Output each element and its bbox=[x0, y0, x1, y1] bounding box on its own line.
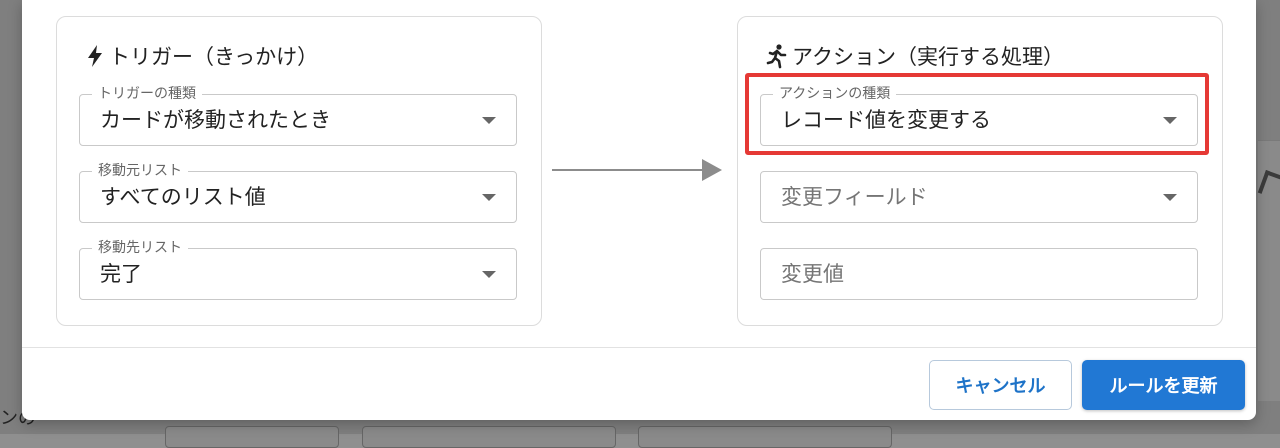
chevron-down-icon bbox=[1163, 117, 1177, 124]
trigger-card-title: トリガー（きっかけ） bbox=[85, 41, 318, 71]
running-person-icon bbox=[766, 43, 788, 69]
footer-divider bbox=[22, 347, 1256, 348]
chevron-down-icon bbox=[482, 117, 496, 124]
background-tab bbox=[638, 426, 892, 448]
chevron-down-icon bbox=[482, 194, 496, 201]
arrow-right-icon bbox=[552, 169, 704, 171]
change-value-input[interactable]: 変更値 bbox=[760, 248, 1198, 300]
background-tab bbox=[362, 426, 616, 448]
chevron-down-icon bbox=[482, 271, 496, 278]
trigger-title-text: トリガー（きっかけ） bbox=[109, 45, 319, 69]
action-card: アクション（実行する処理） アクションの種類 レコード値を変更する 変更フィール… bbox=[737, 16, 1223, 326]
dest-list-value: 完了 bbox=[100, 262, 142, 286]
action-title-text: アクション（実行する処理） bbox=[792, 45, 1064, 69]
rule-edit-dialog: トリガー（きっかけ） トリガーの種類 カードが移動されたとき 移動元リスト すべ… bbox=[22, 0, 1256, 420]
trigger-card: トリガー（きっかけ） トリガーの種類 カードが移動されたとき 移動元リスト すべ… bbox=[56, 16, 542, 326]
source-list-select[interactable]: 移動元リスト すべてのリスト値 bbox=[79, 162, 517, 223]
update-rule-button[interactable]: ルールを更新 bbox=[1082, 360, 1245, 410]
trigger-type-select[interactable]: トリガーの種類 カードが移動されたとき bbox=[79, 85, 517, 146]
chevron-down-icon bbox=[1163, 194, 1177, 201]
source-list-value: すべてのリスト値 bbox=[100, 185, 266, 209]
change-field-select[interactable]: 変更フィールド bbox=[760, 171, 1198, 223]
change-value-placeholder: 変更値 bbox=[781, 262, 844, 286]
lightning-bolt-icon bbox=[85, 44, 105, 68]
action-type-select[interactable]: アクションの種類 レコード値を変更する bbox=[760, 85, 1198, 146]
arrow-head bbox=[702, 159, 722, 181]
dest-list-select[interactable]: 移動先リスト 完了 bbox=[79, 239, 517, 300]
change-field-placeholder: 変更フィールド bbox=[781, 185, 928, 209]
action-type-value: レコード値を変更する bbox=[781, 108, 991, 132]
action-card-title: アクション（実行する処理） bbox=[766, 41, 1064, 71]
background-tab bbox=[165, 426, 339, 448]
cancel-button[interactable]: キャンセル bbox=[929, 360, 1072, 410]
trigger-type-value: カードが移動されたとき bbox=[100, 108, 331, 132]
